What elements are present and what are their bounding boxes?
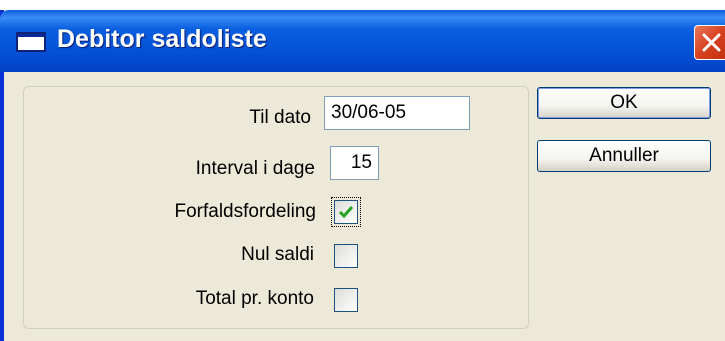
ok-button[interactable]: OK: [537, 87, 711, 119]
title-bar[interactable]: Debitor saldoliste: [0, 10, 725, 72]
forfald-label: Forfaldsfordeling: [174, 201, 316, 222]
window-title: Debitor saldoliste: [57, 25, 267, 53]
close-icon: [702, 33, 721, 52]
dialog-window: Debitor saldoliste Til dato 30/06-05 Int…: [0, 10, 725, 341]
til-dato-label: Til dato: [249, 107, 311, 128]
forfald-checkbox[interactable]: [331, 197, 361, 227]
checkmark-icon: [338, 206, 354, 219]
close-button[interactable]: [694, 25, 725, 60]
nul-saldi-checkbox[interactable]: [334, 244, 358, 268]
nul-saldi-label: Nul saldi: [241, 244, 314, 265]
window-icon: [16, 32, 46, 52]
cancel-button[interactable]: Annuller: [537, 140, 711, 172]
interval-input[interactable]: 15: [330, 146, 379, 180]
til-dato-input[interactable]: 30/06-05: [324, 96, 470, 130]
interval-label: Interval i dage: [195, 158, 315, 179]
total-checkbox[interactable]: [334, 288, 358, 312]
total-label: Total pr. konto: [195, 288, 314, 309]
